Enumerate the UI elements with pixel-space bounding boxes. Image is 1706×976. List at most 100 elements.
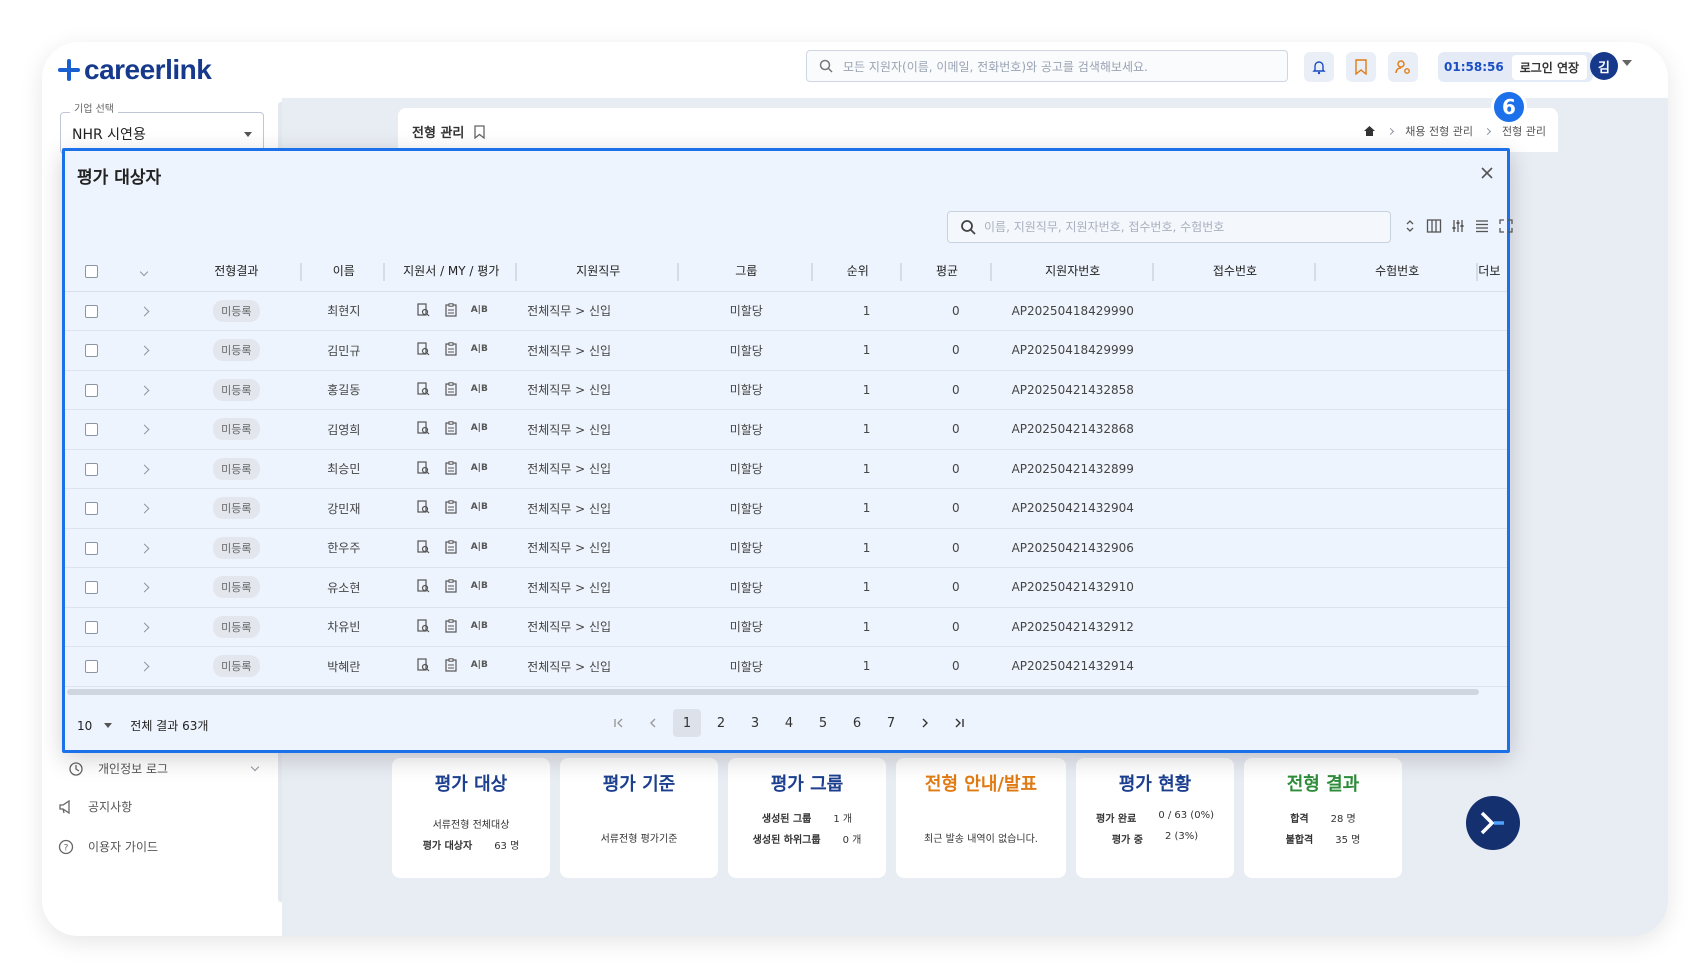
density-button[interactable] (1473, 217, 1491, 235)
sidebar-item-guide[interactable]: ? 이용자 가이드 (58, 838, 158, 855)
card-eval-status[interactable]: 평가 현황 평가 완료 0 / 63 (0%) 평가 중2 (3%) (1076, 758, 1234, 878)
page-button-4[interactable]: 4 (775, 709, 803, 737)
row-expand-button[interactable] (117, 449, 171, 489)
row-expand-button[interactable] (117, 330, 171, 371)
row-checkbox[interactable] (65, 370, 118, 410)
page-button-6[interactable]: 6 (843, 709, 871, 737)
card-result[interactable]: 전형 결과 합격 28 명 불합격 35 명 (1244, 758, 1402, 878)
column-header-name[interactable]: 이름 (302, 251, 386, 292)
page-button-1[interactable]: 1 (673, 709, 701, 737)
resume-view-button[interactable] (415, 341, 431, 357)
row-checkbox[interactable] (65, 528, 118, 568)
row-checkbox[interactable] (65, 330, 118, 371)
my-eval-button[interactable] (443, 499, 459, 515)
my-eval-button[interactable] (443, 381, 459, 397)
chevron-down-icon[interactable] (1622, 60, 1632, 66)
row-expand-button[interactable] (117, 409, 171, 450)
table-row[interactable]: 미등록 유소현 A|B 전체직무 > 신입 미할당 1 0 AP20250421432910 (65, 567, 1507, 608)
row-expand-button[interactable] (117, 567, 171, 608)
table-row[interactable]: 미등록 강민재 A|B 전체직무 > 신입 미할당 1 0 AP20250421432904 (65, 488, 1507, 529)
column-header-rank[interactable]: 순위 (813, 251, 903, 292)
cell-name[interactable]: 최승민 (302, 449, 386, 489)
row-expand-button[interactable] (117, 488, 171, 529)
card-eval-group[interactable]: 평가 그룹 생성된 그룹 1 개 생성된 하위그룹 0 개 (728, 758, 886, 878)
table-row[interactable]: 미등록 최현지 A|B 전체직무 > 신입 미할당 1 0 AP20250418429990 (65, 291, 1507, 331)
table-row[interactable]: 미등록 박혜란 A|B 전체직무 > 신입 미할당 1 0 AP20250421432914 (65, 646, 1507, 687)
resume-view-button[interactable] (415, 420, 431, 436)
close-icon[interactable] (1479, 165, 1495, 181)
assistant-fab-button[interactable] (1466, 796, 1520, 850)
ab-compare-button[interactable]: A|B (471, 302, 488, 318)
page-button-5[interactable]: 5 (809, 709, 837, 737)
column-header-job[interactable]: 지원직무 (517, 251, 680, 292)
column-header-status[interactable]: 전형결과 (170, 251, 303, 292)
next-page-button[interactable] (911, 709, 939, 737)
resume-view-button[interactable] (415, 460, 431, 476)
page-button-3[interactable]: 3 (741, 709, 769, 737)
ab-compare-button[interactable]: A|B (471, 578, 488, 594)
column-header-more[interactable]: 더보 (1478, 251, 1507, 292)
cell-name[interactable]: 최현지 (302, 291, 386, 331)
avatar[interactable]: 김 (1590, 52, 1618, 80)
table-row[interactable]: 미등록 최승민 A|B 전체직무 > 신입 미할당 1 0 AP20250421432899 (65, 449, 1507, 489)
page-button-7[interactable]: 7 (877, 709, 905, 737)
row-checkbox[interactable] (65, 488, 118, 529)
row-expand-button[interactable] (117, 646, 171, 687)
column-header-group[interactable]: 그룹 (679, 251, 814, 292)
sidebar-item-privacy-log[interactable]: 개인정보 로그 (68, 760, 260, 777)
my-eval-button[interactable] (443, 460, 459, 476)
my-eval-button[interactable] (443, 657, 459, 673)
row-checkbox[interactable] (65, 607, 118, 647)
extend-login-button[interactable]: 로그인 연장 (1511, 54, 1588, 80)
resume-view-button[interactable] (415, 578, 431, 594)
ab-compare-button[interactable]: A|B (471, 539, 488, 555)
table-row[interactable]: 미등록 홍길동 A|B 전체직무 > 신입 미할당 1 0 AP20250421432858 (65, 370, 1507, 410)
cell-name[interactable]: 강민재 (302, 488, 386, 529)
bookmark-button[interactable] (1346, 52, 1376, 82)
horizontal-scrollbar[interactable] (67, 689, 1479, 695)
my-eval-button[interactable] (443, 302, 459, 318)
page-size-select[interactable]: 10 (77, 719, 92, 733)
breadcrumb-item[interactable]: 채용 전형 관리 (1405, 123, 1473, 139)
sidebar-item-notice[interactable]: 공지사항 (58, 798, 132, 815)
select-all-checkbox[interactable] (65, 251, 118, 292)
columns-button[interactable] (1425, 217, 1443, 235)
my-eval-button[interactable] (443, 420, 459, 436)
chevron-down-icon[interactable] (104, 723, 113, 728)
user-settings-button[interactable] (1388, 52, 1418, 82)
row-checkbox[interactable] (65, 449, 118, 489)
cell-name[interactable]: 유소현 (302, 567, 386, 608)
ab-compare-button[interactable]: A|B (471, 499, 488, 515)
first-page-button[interactable] (605, 709, 633, 737)
resume-view-button[interactable] (415, 499, 431, 515)
column-header-applicant-no[interactable]: 지원자번호 (991, 251, 1154, 292)
ab-compare-button[interactable]: A|B (471, 420, 488, 436)
column-header-exam-no[interactable]: 수험번호 (1316, 251, 1479, 292)
page-button-2[interactable]: 2 (707, 709, 735, 737)
my-eval-button[interactable] (443, 618, 459, 634)
my-eval-button[interactable] (443, 539, 459, 555)
last-page-button[interactable] (945, 709, 973, 737)
column-header-receipt-no[interactable]: 접수번호 (1153, 251, 1317, 292)
breadcrumb-item[interactable]: 전형 관리 (1502, 123, 1546, 139)
table-row[interactable]: 미등록 김영희 A|B 전체직무 > 신입 미할당 1 0 AP20250421432868 (65, 409, 1507, 450)
row-checkbox[interactable] (65, 291, 118, 331)
expand-all-toggle[interactable] (117, 251, 171, 292)
my-eval-button[interactable] (443, 578, 459, 594)
modal-search-input[interactable] (984, 220, 1364, 234)
card-eval-target[interactable]: 평가 대상 서류전형 전체대상 평가 대상자 63 명 (392, 758, 550, 878)
column-header-docs[interactable]: 지원서 / MY / 평가 (385, 251, 518, 292)
resume-view-button[interactable] (415, 657, 431, 673)
sort-toggle-button[interactable] (1401, 217, 1419, 235)
prev-page-button[interactable] (639, 709, 667, 737)
table-row[interactable]: 미등록 차유빈 A|B 전체직무 > 신입 미할당 1 0 AP20250421432912 (65, 607, 1507, 647)
cell-name[interactable]: 김민규 (302, 330, 386, 371)
card-eval-criteria[interactable]: 평가 기준 서류전형 평가기준 (560, 758, 718, 878)
row-expand-button[interactable] (117, 528, 171, 568)
cell-name[interactable]: 홍길동 (302, 370, 386, 410)
modal-search[interactable] (947, 211, 1391, 243)
card-notice[interactable]: 전형 안내/발표 최근 발송 내역이 없습니다. (896, 758, 1066, 878)
resume-view-button[interactable] (415, 539, 431, 555)
bookmark-icon[interactable] (474, 124, 486, 139)
my-eval-button[interactable] (443, 341, 459, 357)
